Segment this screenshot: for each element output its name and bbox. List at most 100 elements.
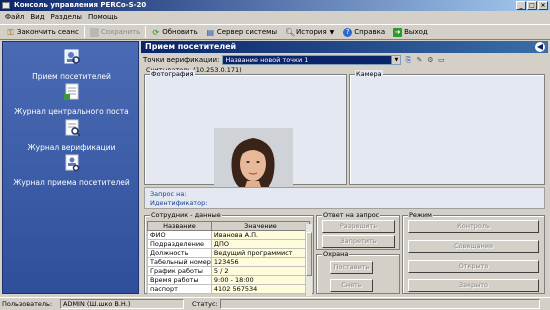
mode-group-title: Режим bbox=[408, 211, 433, 219]
camera-group: Камера bbox=[349, 70, 545, 185]
visitor-reception-icon bbox=[64, 49, 80, 64]
table-scrollbar[interactable] bbox=[305, 224, 312, 296]
window-title: Консоль управления PERCo-S-20 bbox=[14, 1, 147, 9]
photo-group-title: Фотография bbox=[150, 70, 195, 78]
row-name: Должность bbox=[147, 248, 212, 258]
table-row[interactable]: Табельный номер 123456 bbox=[147, 257, 311, 267]
back-arrow-icon[interactable]: ◀ bbox=[535, 42, 545, 52]
chevron-down-icon[interactable]: ▼ bbox=[391, 55, 401, 64]
history-button[interactable]: 🔍︎ История ▼ bbox=[281, 25, 339, 39]
verification-point-row: Точки верификации: Название новой точки … bbox=[143, 54, 445, 65]
system-server-label: Сервер системы bbox=[216, 28, 277, 36]
table-row[interactable]: Время работы 9:00 - 18:00 bbox=[147, 275, 311, 285]
sidebar-item-label: Прием посетителей bbox=[32, 72, 111, 81]
row-value: 5 / 2 bbox=[210, 266, 311, 276]
help-button[interactable]: ? Справка bbox=[339, 25, 389, 39]
menu-bar: Файл Вид Разделы Помощь bbox=[0, 11, 550, 23]
magnifier-icon: 🔍︎ bbox=[285, 27, 296, 37]
menu-file[interactable]: Файл bbox=[2, 13, 27, 21]
security-group: Охрана Поставить Снять bbox=[316, 250, 400, 294]
app-icon bbox=[2, 2, 10, 9]
request-label: Запрос на: bbox=[150, 190, 187, 198]
help-label: Справка bbox=[354, 28, 386, 36]
row-name: Табельный номер bbox=[147, 257, 212, 267]
toolbar: ⚿ Закончить сеанс Сохранить ⟳ Обновить ▤… bbox=[0, 24, 550, 40]
identifier-label: Идентификатор: bbox=[150, 199, 208, 207]
user-value: ADMIN (Ш.шко В.Н.) bbox=[60, 299, 184, 309]
employee-group-title: Сотрудник - данные bbox=[150, 211, 222, 219]
mode-closed-button[interactable]: Закрыто bbox=[408, 279, 539, 292]
row-name: График работы bbox=[147, 266, 212, 276]
toolbar-separator bbox=[145, 26, 147, 38]
column-header-name[interactable]: Название bbox=[147, 221, 212, 231]
refresh-label: Обновить bbox=[162, 28, 198, 36]
camera-group-title: Камера bbox=[355, 70, 383, 78]
status-bar: Пользователь: ADMIN (Ш.шко В.Н.) Статус: bbox=[0, 297, 550, 310]
verification-point-select[interactable]: Название новой точки 1 ▼ bbox=[222, 54, 402, 65]
table-header-row: Название Значение bbox=[147, 221, 311, 231]
mode-open-button[interactable]: Открыто bbox=[408, 260, 539, 273]
minimize-icon[interactable]: ▭ bbox=[437, 56, 445, 64]
user-label: Пользователь: bbox=[2, 300, 53, 308]
sidebar-item-verification-journal[interactable]: Журнал верификации bbox=[3, 118, 140, 152]
end-session-button[interactable]: ⚿ Закончить сеанс bbox=[2, 25, 83, 39]
arm-button[interactable]: Поставить bbox=[330, 261, 373, 274]
verification-point-label: Точки верификации: bbox=[143, 55, 220, 64]
row-value: 9:00 - 18:00 bbox=[210, 275, 311, 285]
window-controls: _ □ × bbox=[516, 1, 548, 10]
response-group: Ответ на запрос Разрешить Запретить bbox=[316, 211, 400, 250]
table-row[interactable]: паспорт 4102 567534 bbox=[147, 284, 311, 294]
settings-icon[interactable]: ✎ bbox=[415, 56, 423, 64]
system-server-button[interactable]: ▤ Сервер системы bbox=[202, 25, 281, 39]
disarm-button[interactable]: Снять bbox=[330, 279, 373, 292]
photo-group: Фотография bbox=[144, 70, 347, 206]
row-name: Время работы bbox=[147, 275, 212, 285]
refresh-button[interactable]: ⟳ Обновить bbox=[147, 25, 202, 39]
column-header-value[interactable]: Значение bbox=[210, 221, 311, 231]
request-panel: Запрос на: Идентификатор: bbox=[144, 187, 545, 209]
sidebar-item-label: Журнал приема посетителей bbox=[13, 178, 130, 187]
save-button[interactable]: Сохранить bbox=[86, 25, 144, 39]
sidebar-item-central-post-journal[interactable]: Журнал центрального поста bbox=[3, 82, 140, 116]
row-value: Иванова А.П. bbox=[210, 230, 311, 240]
scrollbar-thumb[interactable] bbox=[306, 232, 312, 276]
row-name: ФИО bbox=[147, 230, 212, 240]
save-label: Сохранить bbox=[100, 28, 141, 36]
sidebar-item-visitor-journal[interactable]: Журнал приема посетителей bbox=[3, 153, 140, 187]
devices-icon[interactable]: ⚙ bbox=[426, 56, 434, 64]
sidebar-item-visitor-reception[interactable]: Прием посетителей bbox=[3, 47, 140, 81]
row-value: ДПО bbox=[210, 239, 311, 249]
table-row[interactable]: Подразделение ДПО bbox=[147, 239, 311, 249]
allow-button[interactable]: Разрешить bbox=[322, 220, 395, 233]
row-name: паспорт bbox=[147, 284, 212, 294]
table-row[interactable]: ФИО Иванова А.П. bbox=[147, 230, 311, 240]
chevron-down-icon[interactable]: ▼ bbox=[329, 29, 336, 36]
menu-help[interactable]: Помощь bbox=[85, 13, 121, 21]
sidebar-item-label: Журнал центрального поста bbox=[14, 107, 129, 116]
page-title: Прием посетителей bbox=[145, 42, 237, 51]
menu-sections[interactable]: Разделы bbox=[48, 13, 85, 21]
security-group-title: Охрана bbox=[322, 250, 350, 258]
menu-view[interactable]: Вид bbox=[27, 13, 47, 21]
main-window: Консоль управления PERCo-S-20 _ □ × Файл… bbox=[0, 0, 550, 310]
toolbar-separator bbox=[83, 26, 85, 38]
close-button[interactable]: × bbox=[538, 1, 548, 10]
sidebar-item-label: Журнал верификации bbox=[27, 143, 116, 152]
history-label: История bbox=[296, 28, 327, 36]
row-value: 123456 bbox=[210, 257, 311, 267]
table-row[interactable]: График работы 5 / 2 bbox=[147, 266, 311, 276]
mode-control-button[interactable]: Контроль bbox=[408, 220, 539, 233]
connect-icon[interactable]: ⎘ bbox=[404, 56, 412, 64]
server-icon: ▤ bbox=[206, 27, 215, 37]
help-icon: ? bbox=[343, 27, 353, 37]
deny-button[interactable]: Запретить bbox=[322, 235, 395, 248]
exit-button[interactable]: ➜ Выход bbox=[389, 25, 432, 39]
mode-combined-button[interactable]: Совещание bbox=[408, 240, 539, 253]
minimize-button[interactable]: _ bbox=[516, 1, 526, 10]
mode-group: Режим Контроль Совещание Открыто Закрыто bbox=[402, 211, 545, 294]
table-row[interactable]: Должность Ведущий программист bbox=[147, 248, 311, 258]
maximize-button[interactable]: □ bbox=[527, 1, 537, 10]
sidebar: Прием посетителей Журнал центрального по… bbox=[2, 41, 139, 294]
main-panel: Прием посетителей ◀ Точки верификации: Н… bbox=[141, 41, 548, 296]
central-post-journal-icon bbox=[63, 83, 78, 100]
